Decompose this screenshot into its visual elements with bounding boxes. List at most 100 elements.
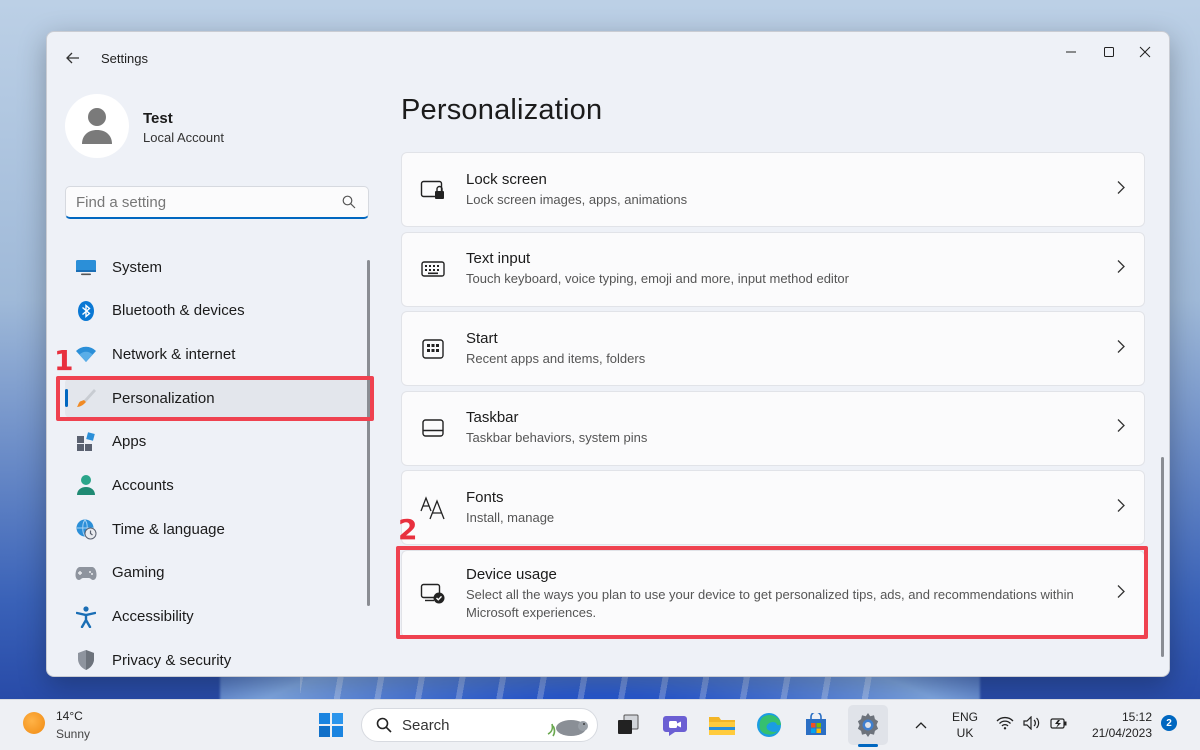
search-input[interactable] <box>76 193 326 211</box>
sidebar-item-system[interactable]: System <box>65 247 373 287</box>
search-icon <box>376 717 392 733</box>
weather-temperature[interactable]: 14°C <box>56 709 83 723</box>
card-lock-screen[interactable]: Lock screen Lock screen images, apps, an… <box>401 152 1145 227</box>
search-icon <box>342 195 356 214</box>
language-code: ENG <box>951 710 978 724</box>
settings-search[interactable] <box>65 186 369 219</box>
card-title: Taskbar <box>466 409 519 426</box>
sidebar-item-bluetooth[interactable]: Bluetooth & devices <box>65 291 373 331</box>
chevron-right-icon <box>1116 419 1126 438</box>
sidebar-item-label: Accessibility <box>112 608 194 625</box>
sidebar-scrollbar[interactable] <box>367 260 370 606</box>
task-view-icon[interactable] <box>612 709 644 741</box>
sidebar-item-label: Accounts <box>112 476 174 494</box>
sidebar-item-time-language[interactable]: Time & language <box>65 509 373 549</box>
settings-active-indicator <box>858 744 878 747</box>
back-button[interactable] <box>61 46 85 70</box>
monitor-icon <box>75 256 97 278</box>
close-button[interactable] <box>1125 38 1165 66</box>
taskbar-search-label: Search <box>402 716 450 734</box>
card-start[interactable]: Start Recent apps and items, folders <box>401 311 1145 386</box>
sidebar-item-accounts[interactable]: Accounts <box>65 465 373 505</box>
sidebar-item-network[interactable]: Network & internet <box>65 334 373 374</box>
maximize-button[interactable] <box>1089 38 1129 66</box>
gamepad-icon <box>75 562 97 584</box>
clock[interactable]: 15:12 21/04/2023 <box>1082 709 1152 741</box>
sidebar-item-label: Bluetooth & devices <box>112 302 245 320</box>
sidebar-item-label: Network & internet <box>112 345 236 363</box>
arrow-left-icon <box>66 52 79 64</box>
card-title: Fonts <box>466 488 504 506</box>
minimize-button[interactable] <box>1051 38 1091 66</box>
card-fonts[interactable]: Fonts Install, manage <box>401 470 1145 545</box>
wifi-icon <box>996 716 1014 730</box>
sidebar-item-privacy[interactable]: Privacy & security <box>65 640 373 676</box>
card-description: Touch keyboard, voice typing, emoji and … <box>466 271 849 286</box>
taskbar: 14°C Sunny Search ENG UK 15:12 21/04/202… <box>0 699 1200 750</box>
sidebar-item-label: Gaming <box>112 564 165 582</box>
card-title: Text input <box>466 250 531 267</box>
user-silhouette-icon <box>82 108 112 144</box>
teams-chat-icon[interactable] <box>659 709 691 741</box>
sidebar-item-label: Apps <box>112 433 147 451</box>
card-description: Install, manage <box>466 509 555 525</box>
apps-icon <box>75 431 97 453</box>
chevron-right-icon <box>1116 339 1126 358</box>
start-icon[interactable] <box>318 712 344 743</box>
store-icon[interactable] <box>800 709 832 741</box>
shield-icon <box>75 649 97 671</box>
taskbar-icon <box>420 415 446 441</box>
title-bar: Settings <box>47 32 1169 84</box>
taskbar-search[interactable]: Search <box>361 708 598 742</box>
manatee-icon <box>545 712 591 744</box>
sidebar-item-accessibility[interactable]: Accessibility <box>65 597 373 637</box>
card-description: Recent apps and items, folders <box>466 350 646 366</box>
card-title: Lock screen <box>466 170 547 188</box>
chevron-right-icon <box>1116 260 1126 279</box>
clock-date: 21/04/2023 <box>1091 726 1152 740</box>
keyboard-icon <box>420 256 446 282</box>
card-taskbar[interactable]: Taskbar Taskbar behaviors, system pins <box>401 390 1145 466</box>
close-icon <box>1139 46 1151 58</box>
window-title: Settings <box>101 51 148 66</box>
sidebar-item-label: Privacy & security <box>112 651 232 669</box>
sidebar-item-label: Time & language <box>112 520 225 538</box>
sidebar-item-apps[interactable]: Apps <box>65 422 373 462</box>
annotation-number-1: 1 <box>54 344 74 377</box>
person-icon <box>75 474 97 496</box>
battery-charging-icon <box>1050 718 1067 729</box>
chevron-right-icon <box>1116 498 1126 517</box>
wifi-icon <box>75 343 97 365</box>
card-title: Start <box>466 329 498 347</box>
lock-screen-icon <box>420 177 446 203</box>
language-indicator[interactable]: ENG UK <box>951 709 979 741</box>
edge-icon[interactable] <box>753 709 785 741</box>
chevron-up-icon[interactable] <box>915 716 927 734</box>
account-type: Local Account <box>143 130 224 145</box>
card-description: Lock screen images, apps, animations <box>466 191 688 207</box>
minimize-icon <box>1066 51 1076 53</box>
sidebar-nav: System Bluetooth & devices Network & int… <box>65 247 373 676</box>
settings-icon[interactable] <box>848 705 888 745</box>
system-tray[interactable] <box>996 716 1068 730</box>
main-scrollbar[interactable] <box>1161 457 1164 657</box>
notification-badge[interactable]: 2 <box>1161 715 1177 731</box>
annotation-box-device-usage <box>396 546 1148 639</box>
user-name: Test <box>143 110 173 127</box>
accessibility-icon <box>75 605 97 628</box>
page-title: Personalization <box>401 94 603 126</box>
avatar[interactable] <box>65 94 129 158</box>
start-grid-icon <box>420 336 446 362</box>
globe-clock-icon <box>75 518 97 540</box>
card-description: Taskbar behaviors, system pins <box>466 430 648 445</box>
fonts-icon <box>420 495 446 521</box>
sidebar-item-label: System <box>112 258 163 276</box>
annotation-number-2: 2 <box>398 513 418 546</box>
clock-time: 15:12 <box>1121 710 1152 724</box>
sidebar-item-gaming[interactable]: Gaming <box>65 553 373 593</box>
card-text-input[interactable]: Text input Touch keyboard, voice typing,… <box>401 231 1145 307</box>
annotation-box-personalization <box>56 376 374 421</box>
sun-icon[interactable] <box>23 712 45 734</box>
weather-condition[interactable]: Sunny <box>56 727 90 741</box>
file-explorer-icon[interactable] <box>706 709 738 741</box>
